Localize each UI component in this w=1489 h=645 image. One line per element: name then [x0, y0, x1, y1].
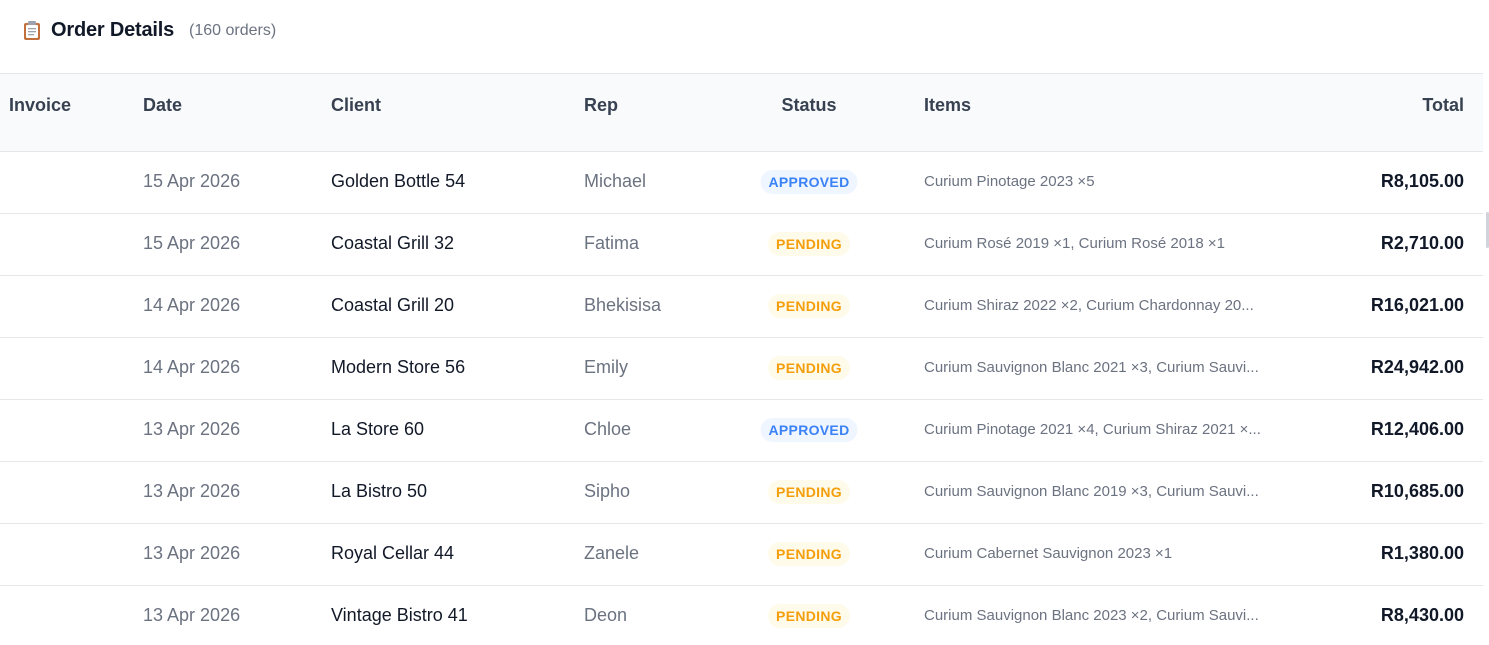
panel-header: Order Details (160 orders): [0, 0, 1489, 73]
client-cell: Golden Bottle 54: [331, 171, 466, 191]
table-row[interactable]: 14 Apr 2026 Coastal Grill 20 Bhekisisa P…: [0, 276, 1483, 338]
items-cell: Curium Rosé 2019 ×1, Curium Rosé 2018 ×1: [924, 235, 1225, 252]
status-badge: APPROVED: [760, 170, 858, 194]
total-cell: R10,685.00: [1370, 481, 1464, 501]
client-cell: Coastal Grill 32: [331, 233, 455, 253]
column-header-invoice[interactable]: Invoice: [9, 95, 71, 116]
column-header-date[interactable]: Date: [143, 95, 182, 116]
rep-cell: Chloe: [584, 419, 632, 439]
clipboard-icon: [24, 21, 40, 40]
total-cell: R1,380.00: [1380, 543, 1464, 563]
rep-cell: Michael: [584, 171, 647, 191]
total-cell: R16,021.00: [1370, 295, 1464, 315]
table-row[interactable]: 15 Apr 2026 Coastal Grill 32 Fatima PEND…: [0, 214, 1483, 276]
date-cell: 13 Apr 2026: [143, 605, 241, 625]
date-cell: 13 Apr 2026: [143, 543, 241, 563]
table-row[interactable]: 13 Apr 2026 La Bistro 50 Sipho PENDING C…: [0, 462, 1483, 524]
status-badge: PENDING: [768, 294, 850, 318]
page-title: Order Details: [51, 19, 175, 41]
date-cell: 15 Apr 2026: [143, 171, 241, 191]
total-cell: R24,942.00: [1370, 357, 1464, 377]
order-count: (160 orders): [189, 22, 277, 39]
total-cell: R2,710.00: [1380, 233, 1464, 253]
table-row[interactable]: 13 Apr 2026 Vintage Bistro 41 Deon PENDI…: [0, 586, 1483, 645]
status-badge: PENDING: [768, 542, 850, 566]
total-cell: R8,430.00: [1380, 605, 1464, 625]
date-cell: 15 Apr 2026: [143, 233, 241, 253]
rep-cell: Bhekisisa: [584, 295, 662, 315]
items-cell: Curium Sauvignon Blanc 2019 ×3, Curium S…: [924, 483, 1259, 500]
items-cell: Curium Shiraz 2022 ×2, Curium Chardonnay…: [924, 297, 1254, 314]
column-header-total[interactable]: Total: [1422, 95, 1464, 116]
client-cell: Modern Store 56: [331, 357, 466, 377]
rep-cell: Zanele: [584, 543, 640, 563]
table-header: Invoice Date Client Rep Status Items Tot…: [0, 74, 1483, 152]
date-cell: 13 Apr 2026: [143, 419, 241, 439]
items-cell: Curium Sauvignon Blanc 2023 ×2, Curium S…: [924, 607, 1259, 624]
rep-cell: Fatima: [584, 233, 640, 253]
date-cell: 13 Apr 2026: [143, 481, 241, 501]
client-cell: Coastal Grill 20: [331, 295, 455, 315]
column-header-items[interactable]: Items: [924, 95, 971, 116]
items-cell: Curium Sauvignon Blanc 2021 ×3, Curium S…: [924, 359, 1259, 376]
items-cell: Curium Pinotage 2023 ×5: [924, 173, 1095, 190]
total-cell: R8,105.00: [1380, 171, 1464, 191]
rep-cell: Sipho: [584, 481, 631, 501]
table-row[interactable]: 13 Apr 2026 La Store 60 Chloe APPROVED C…: [0, 400, 1483, 462]
date-cell: 14 Apr 2026: [143, 295, 241, 315]
status-badge: APPROVED: [760, 418, 858, 442]
status-badge: PENDING: [768, 604, 850, 628]
total-cell: R12,406.00: [1370, 419, 1464, 439]
client-cell: La Store 60: [331, 419, 425, 439]
client-cell: La Bistro 50: [331, 481, 428, 501]
rep-cell: Emily: [584, 357, 628, 377]
status-badge: PENDING: [768, 356, 850, 380]
table-row[interactable]: 15 Apr 2026 Golden Bottle 54 Michael APP…: [0, 152, 1483, 214]
column-header-status[interactable]: Status: [781, 95, 836, 116]
items-cell: Curium Cabernet Sauvignon 2023 ×1: [924, 545, 1173, 562]
status-badge: PENDING: [768, 480, 850, 504]
client-cell: Vintage Bistro 41: [331, 605, 468, 625]
client-cell: Royal Cellar 44: [331, 543, 455, 563]
orders-table: Invoice Date Client Rep Status Items Tot…: [0, 73, 1483, 645]
status-badge: PENDING: [768, 232, 850, 256]
column-header-client[interactable]: Client: [331, 95, 381, 116]
items-cell: Curium Pinotage 2021 ×4, Curium Shiraz 2…: [924, 421, 1261, 438]
table-row[interactable]: 13 Apr 2026 Royal Cellar 44 Zanele PENDI…: [0, 524, 1483, 586]
date-cell: 14 Apr 2026: [143, 357, 241, 377]
rep-cell: Deon: [584, 605, 628, 625]
column-header-rep[interactable]: Rep: [584, 95, 618, 116]
table-row[interactable]: 14 Apr 2026 Modern Store 56 Emily PENDIN…: [0, 338, 1483, 400]
